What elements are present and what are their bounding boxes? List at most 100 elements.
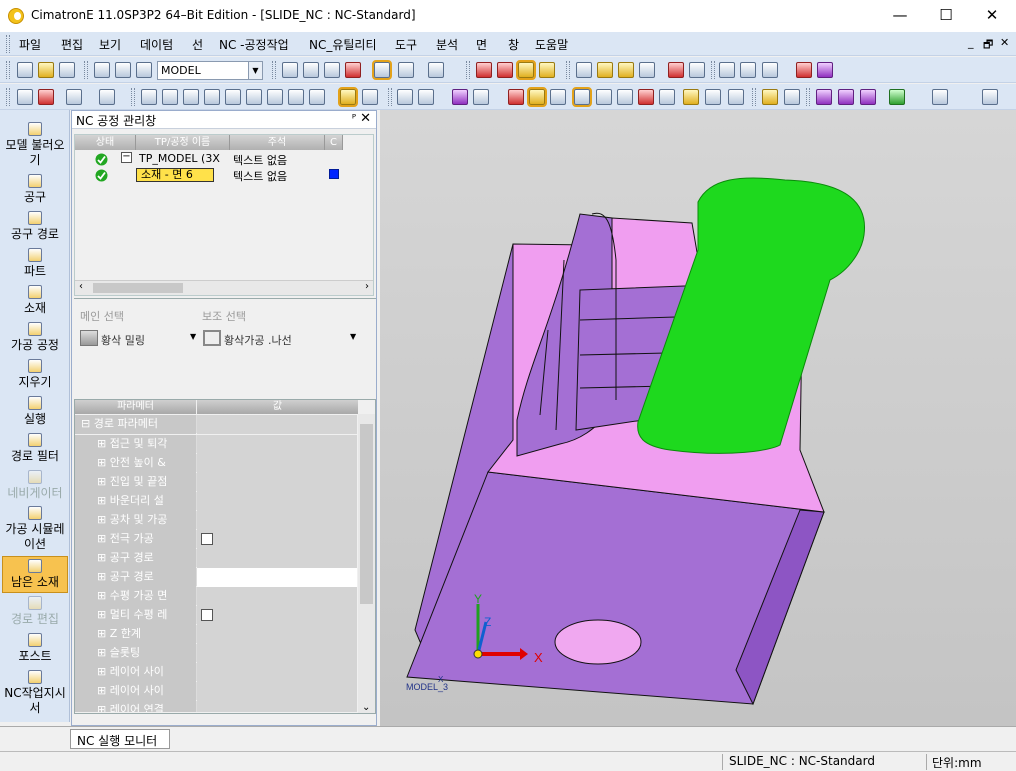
col-status[interactable]: 상태 bbox=[75, 135, 136, 150]
dimension-icon[interactable] bbox=[740, 62, 756, 78]
geometry-4-icon[interactable] bbox=[728, 89, 744, 105]
procedure-color-swatch[interactable] bbox=[329, 169, 339, 179]
col-color[interactable]: C bbox=[325, 135, 343, 150]
param-row[interactable]: ⊞ 진입 및 끝점 bbox=[75, 473, 357, 492]
tree-hscrollbar[interactable]: ‹ › bbox=[75, 280, 373, 295]
param-row[interactable]: ⊞ 공구 경로 bbox=[75, 549, 357, 568]
axis-tool-icon[interactable] bbox=[889, 89, 905, 105]
expand-icon[interactable]: ⊞ bbox=[97, 437, 110, 450]
zoom-window-icon[interactable] bbox=[303, 62, 319, 78]
expand-icon[interactable]: ⊞ bbox=[97, 646, 110, 659]
guide-simulation[interactable]: 가공 시뮬레이션 bbox=[2, 506, 68, 552]
chevron-down-icon[interactable]: ▼ bbox=[190, 332, 196, 341]
line-tool-icon[interactable] bbox=[932, 89, 948, 105]
param-row[interactable]: ⊞ 레이어 사이 bbox=[75, 682, 357, 701]
menu-face[interactable]: 면 bbox=[476, 36, 487, 53]
col-name[interactable]: TP/공정 이름 bbox=[136, 135, 230, 150]
guide-run[interactable]: 실행 bbox=[2, 396, 68, 427]
param-value[interactable] bbox=[197, 511, 357, 530]
guide-path-filter[interactable]: 경로 필터 bbox=[2, 433, 68, 464]
param-vscrollbar[interactable]: ⌄ bbox=[358, 414, 375, 713]
expand-icon[interactable]: ⊞ bbox=[97, 551, 110, 564]
nc-tool-2-icon[interactable] bbox=[527, 87, 547, 107]
param-row[interactable]: ⊞ Z 한계 bbox=[75, 625, 357, 644]
expand-icon[interactable]: ⊞ bbox=[97, 475, 110, 488]
menu-nc-utility[interactable]: NC_유틸리티 bbox=[309, 36, 377, 53]
grid-icon[interactable] bbox=[762, 62, 778, 78]
view-direction-icon[interactable] bbox=[428, 62, 444, 78]
light-icon[interactable] bbox=[516, 60, 536, 80]
menu-curve[interactable]: 선 bbox=[192, 36, 203, 53]
expand-icon[interactable]: ⊞ bbox=[97, 532, 110, 545]
main-select-value[interactable]: 황삭 밀링 bbox=[101, 332, 145, 348]
menu-file[interactable]: 파일 bbox=[19, 36, 41, 53]
shaded-view-icon[interactable] bbox=[372, 60, 392, 80]
pin-icon[interactable]: ᴾ bbox=[352, 112, 356, 125]
filter-icon[interactable] bbox=[99, 89, 115, 105]
param-row[interactable]: ⊞ 레이어 연결 bbox=[75, 701, 357, 713]
col-comment[interactable]: 주석 bbox=[230, 135, 325, 150]
menu-view[interactable]: 보기 bbox=[99, 36, 121, 53]
nc-tool-1-icon[interactable] bbox=[508, 89, 524, 105]
bulb-off-icon[interactable] bbox=[597, 62, 613, 78]
select-icon[interactable] bbox=[17, 89, 33, 105]
surface-tool-2-icon[interactable] bbox=[838, 89, 854, 105]
curve-tool-4-icon[interactable] bbox=[204, 89, 220, 105]
back-arrow-icon[interactable] bbox=[668, 62, 684, 78]
param-row[interactable]: ⊞ 수평 가공 면 bbox=[75, 587, 357, 606]
maximize-button[interactable]: ☐ bbox=[923, 0, 969, 32]
param-row[interactable]: ⊞ 접근 및 퇴각 bbox=[75, 435, 357, 454]
procedure-name-edit[interactable]: 소재 - 면 6 bbox=[136, 168, 214, 182]
multi-level-checkbox[interactable] bbox=[201, 609, 213, 621]
pattern-icon[interactable] bbox=[473, 89, 489, 105]
flag-icon[interactable] bbox=[784, 89, 800, 105]
param-value[interactable] bbox=[197, 530, 357, 549]
param-row[interactable]: ⊞ 바운더리 설 bbox=[75, 492, 357, 511]
expand-icon[interactable]: ⊞ bbox=[97, 513, 110, 526]
analysis-icon[interactable] bbox=[576, 62, 592, 78]
param-value[interactable] bbox=[197, 473, 357, 492]
sub-select-value[interactable]: 황삭가공 .나선 bbox=[224, 332, 292, 348]
edit-tool-2-icon[interactable] bbox=[418, 89, 434, 105]
param-value[interactable] bbox=[197, 568, 357, 587]
wire-icon[interactable] bbox=[476, 62, 492, 78]
model-3d-view[interactable]: X Y Z MODEL_3 X bbox=[380, 110, 1016, 726]
param-value[interactable] bbox=[197, 549, 357, 568]
guide-tool[interactable]: 공구 bbox=[2, 174, 68, 205]
new-file-icon[interactable] bbox=[17, 62, 33, 78]
param-row[interactable]: ⊞ 안전 높이 & bbox=[75, 454, 357, 473]
panel-close-icon[interactable]: ✕ bbox=[360, 111, 371, 126]
param-row[interactable]: ⊞ 전극 가공 bbox=[75, 530, 357, 549]
param-row[interactable]: ⊞ 레이어 사이 bbox=[75, 663, 357, 682]
menu-nc-procedure[interactable]: NC -공정작업 bbox=[219, 36, 289, 53]
curve-tool-6-icon[interactable] bbox=[246, 89, 262, 105]
hscroll-thumb[interactable] bbox=[93, 283, 183, 293]
param-value[interactable] bbox=[197, 682, 357, 701]
bulb-toggle-icon[interactable] bbox=[639, 62, 655, 78]
param-group-row[interactable]: ⊟ 경로 파라메터 bbox=[75, 415, 357, 434]
forward-arrow-icon[interactable] bbox=[689, 62, 705, 78]
expand-icon[interactable]: ⊞ bbox=[97, 608, 110, 621]
mdi-close-button[interactable]: ✕ bbox=[1000, 36, 1009, 49]
minimize-button[interactable]: — bbox=[877, 0, 923, 32]
expand-icon[interactable]: ⊞ bbox=[97, 494, 110, 507]
expand-icon[interactable]: ⊞ bbox=[97, 703, 110, 712]
curve-tool-7-icon[interactable] bbox=[267, 89, 283, 105]
mdi-restore-button[interactable]: 🗗 bbox=[983, 36, 993, 55]
menu-tools[interactable]: 도구 bbox=[395, 36, 417, 53]
param-value[interactable] bbox=[197, 701, 357, 712]
param-value[interactable] bbox=[197, 587, 357, 606]
param-value[interactable] bbox=[197, 606, 357, 625]
zoom-fit-icon[interactable] bbox=[282, 62, 298, 78]
open-folder-icon[interactable] bbox=[38, 62, 54, 78]
display-icon[interactable] bbox=[539, 62, 555, 78]
render-mode-icon[interactable] bbox=[398, 62, 414, 78]
guide-model-load[interactable]: 모델 불러오기 bbox=[2, 122, 68, 168]
curve-tool-2-icon[interactable] bbox=[162, 89, 178, 105]
param-row[interactable]: ⊞ 슬롯팅 bbox=[75, 644, 357, 663]
nc-tool-4-icon[interactable] bbox=[572, 87, 592, 107]
param-row[interactable]: ⊞ 공구 경로 bbox=[75, 568, 357, 587]
expand-icon[interactable]: ⊞ bbox=[97, 665, 110, 678]
param-value[interactable] bbox=[197, 435, 357, 454]
guide-toolpath[interactable]: 공구 경로 bbox=[2, 211, 68, 242]
